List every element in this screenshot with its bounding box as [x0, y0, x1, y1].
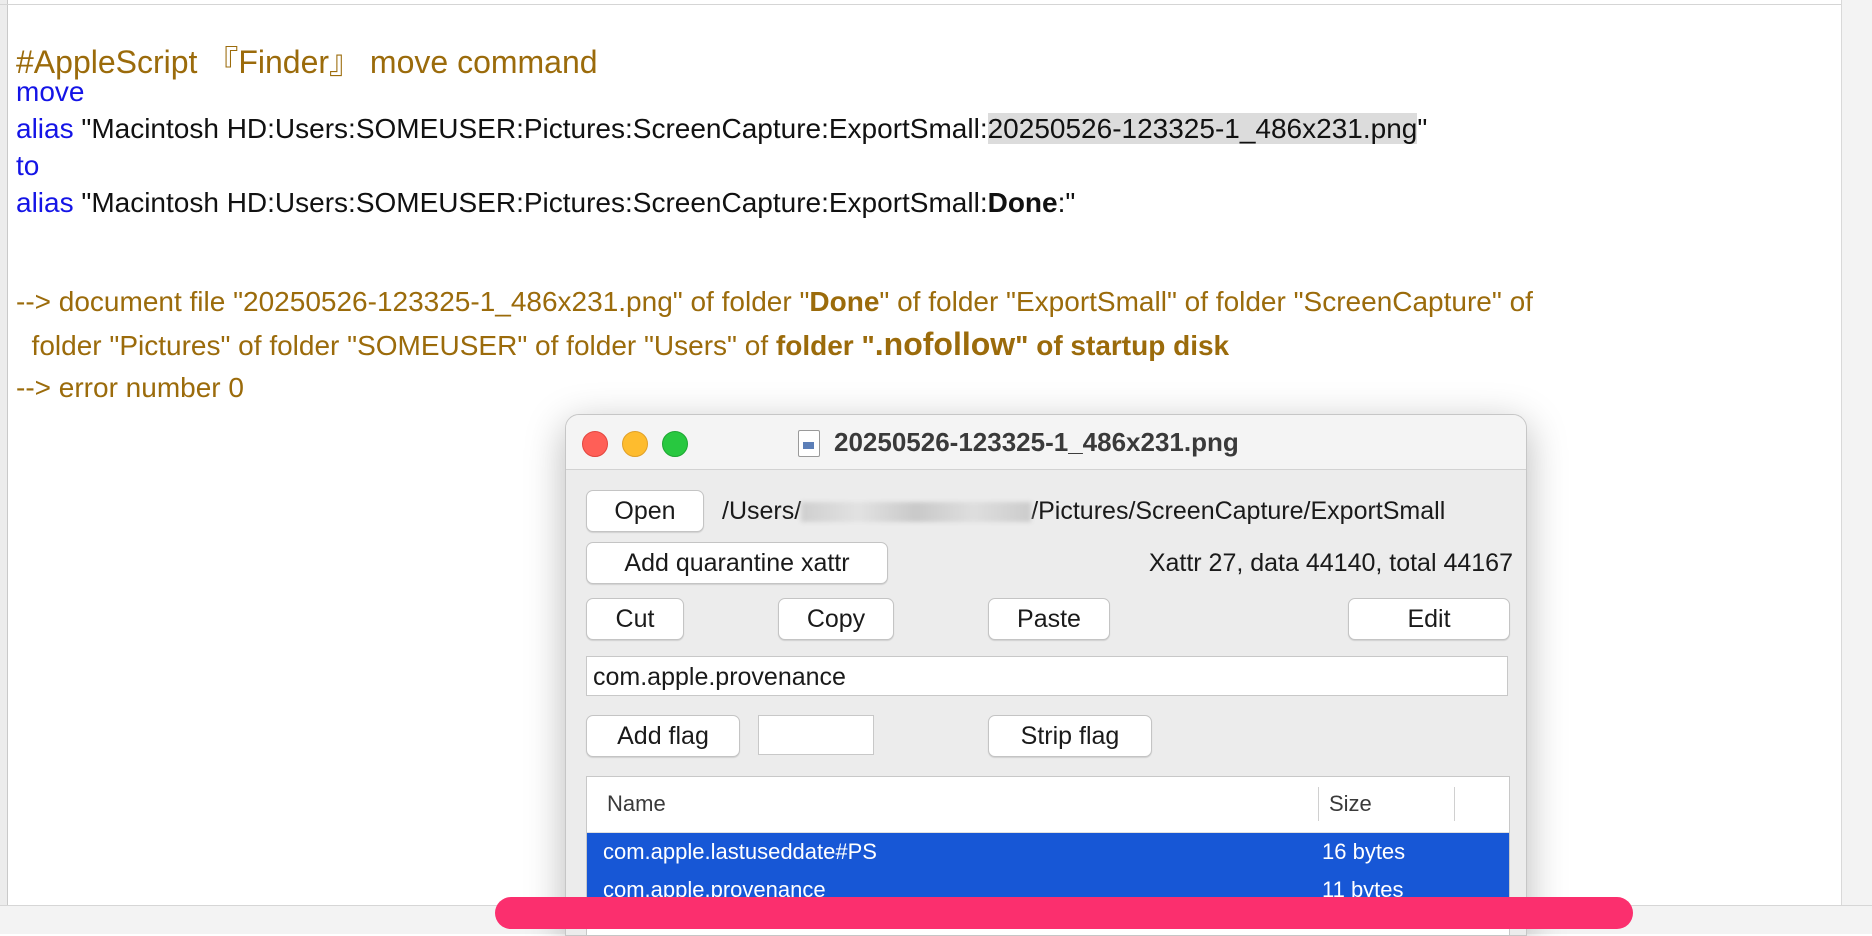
flag-input[interactable]	[758, 715, 874, 755]
paste-button[interactable]: Paste	[988, 598, 1110, 640]
result-line-1: --> document file "20250526-123325-1_486…	[16, 286, 1533, 317]
column-divider[interactable]	[1454, 787, 1455, 821]
window-titlebar[interactable]: 20250526-123325-1_486x231.png	[566, 415, 1526, 470]
strip-flag-button[interactable]: Strip flag	[988, 715, 1152, 757]
top-divider	[0, 4, 1872, 5]
selected-filename: 20250526-123325-1_486x231.png	[987, 113, 1418, 144]
table-row[interactable]: com.apple.lastuseddate#PS 16 bytes	[587, 833, 1509, 871]
redacted-username	[801, 502, 1032, 523]
table-header: Name Size	[587, 777, 1509, 833]
close-button[interactable]	[582, 431, 608, 457]
dest-folder-name: Done	[987, 187, 1058, 218]
cut-button[interactable]: Cut	[586, 598, 684, 640]
overlay-highlight-bar	[495, 897, 1633, 929]
script-line-alias-dest: alias "Macintosh HD:Users:SOMEUSER:Pictu…	[16, 184, 1826, 221]
column-header-name[interactable]: Name	[607, 791, 666, 817]
result-line-2: folder "Pictures" of folder "SOMEUSER" o…	[16, 326, 1230, 362]
window-title: 20250526-123325-1_486x231.png	[834, 427, 1239, 457]
open-button[interactable]: Open	[586, 490, 704, 532]
edit-button[interactable]: Edit	[1348, 598, 1510, 640]
zoom-button[interactable]	[662, 431, 688, 457]
attribute-name-field[interactable]: com.apple.provenance	[586, 656, 1508, 696]
minimize-button[interactable]	[622, 431, 648, 457]
source-path-prefix: "Macintosh HD:Users:SOMEUSER:Pictures:Sc…	[73, 113, 988, 144]
result-line-3: --> error number 0	[16, 372, 244, 403]
source-path-suffix: "	[1417, 113, 1428, 144]
dest-path-suffix: :"	[1057, 187, 1076, 218]
xattr-window: 20250526-123325-1_486x231.png Open /User…	[565, 414, 1527, 936]
row-name: com.apple.lastuseddate#PS	[603, 839, 877, 864]
xattr-summary: Xattr 27, data 44140, total 44167	[1148, 549, 1513, 577]
column-header-size[interactable]: Size	[1329, 791, 1372, 817]
right-window-edge	[1841, 0, 1872, 934]
alias-keyword: alias	[16, 187, 74, 218]
column-divider[interactable]	[1318, 787, 1319, 821]
row-size: 16 bytes	[1322, 839, 1406, 864]
script-line-alias-source: alias "Macintosh HD:Users:SOMEUSER:Pictu…	[16, 110, 1826, 147]
left-window-edge	[0, 0, 8, 934]
dest-path-prefix: "Macintosh HD:Users:SOMEUSER:Pictures:Sc…	[73, 187, 988, 218]
copy-button[interactable]: Copy	[778, 598, 894, 640]
script-editor[interactable]: #AppleScript 『Finder』 move command move …	[16, 36, 1826, 409]
script-comment-title: #AppleScript 『Finder』 move command	[16, 44, 598, 80]
alias-keyword: alias	[16, 113, 74, 144]
add-quarantine-button[interactable]: Add quarantine xattr	[586, 542, 888, 584]
document-icon	[798, 430, 820, 457]
add-flag-button[interactable]: Add flag	[586, 715, 740, 757]
file-path-label: /Users//Pictures/ScreenCapture/ExportSma…	[722, 497, 1446, 525]
script-line-to: to	[16, 150, 40, 181]
